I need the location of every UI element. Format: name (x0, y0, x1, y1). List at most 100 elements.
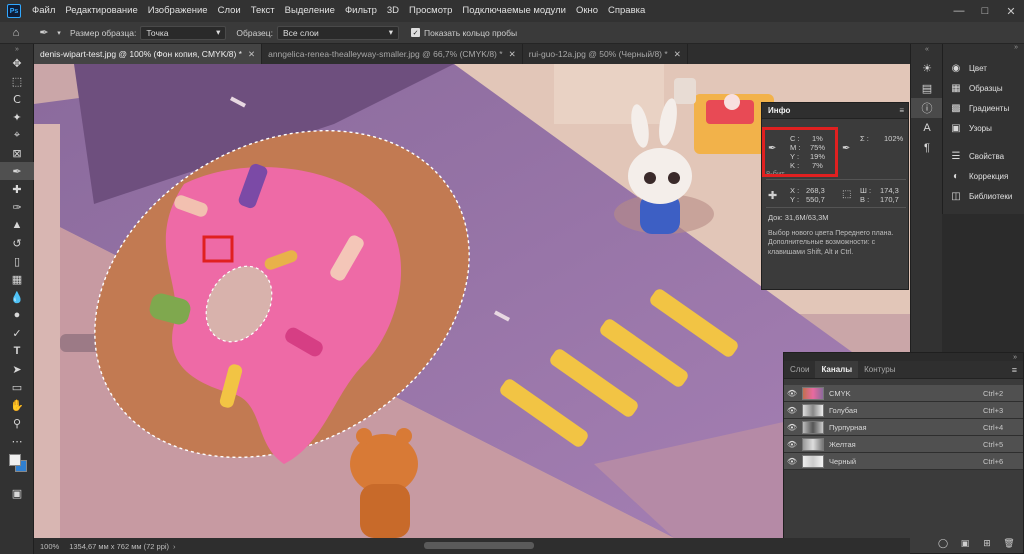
save-selection-icon[interactable]: ▣ (957, 538, 973, 549)
dock-item-label: Свойства (969, 151, 1005, 161)
dock-item-libraries[interactable]: ◫ Библиотеки (943, 186, 1024, 206)
panel-menu-icon[interactable]: ≡ (899, 106, 904, 115)
clone-stamp-tool-icon[interactable]: ▲ (0, 216, 34, 234)
menu-view[interactable]: Просмотр (404, 0, 457, 22)
load-selection-icon[interactable]: ◯ (935, 538, 951, 549)
pen-tool-icon[interactable]: ✓ (0, 324, 34, 342)
eye-icon[interactable]: 👁 (784, 423, 800, 432)
tab-document-1[interactable]: denis-wipart-test.jpg @ 100% (Фон копия,… (34, 44, 263, 64)
sample-size-label: Размер образца: (70, 27, 137, 38)
panel-collapse-icon[interactable]: « (911, 44, 943, 54)
crop-tool-icon[interactable]: ⌖ (0, 126, 34, 144)
tab-document-3[interactable]: rui-guo-12a.jpg @ 50% (Черный/8) * ✕ (523, 44, 688, 64)
blur-tool-icon[interactable]: 💧 (0, 288, 34, 306)
menu-window[interactable]: Окно (571, 0, 603, 22)
type-tool-icon[interactable]: T (0, 342, 34, 360)
menu-image[interactable]: Изображение (143, 0, 213, 22)
menu-file[interactable]: Файл (27, 0, 60, 22)
dock-item-properties[interactable]: ☰ Свойства (943, 146, 1024, 166)
channel-row-yellow[interactable]: 👁 Желтая Ctrl+5 (784, 436, 1023, 453)
eye-icon[interactable]: 👁 (784, 406, 800, 415)
close-tab-icon[interactable]: ✕ (674, 49, 681, 60)
menu-plugins[interactable]: Подключаемые модули (457, 0, 571, 22)
channel-row-cmyk[interactable]: 👁 CMYK Ctrl+2 (784, 385, 1023, 402)
menu-edit[interactable]: Редактирование (60, 0, 142, 22)
chevron-right-icon[interactable]: › (173, 542, 176, 551)
color-swatches[interactable] (0, 450, 34, 476)
sun-icon[interactable]: ☀ (911, 58, 943, 78)
dodge-tool-icon[interactable]: ● (0, 306, 34, 324)
tab-layers[interactable]: Слои (784, 361, 815, 378)
adjustments-icon: ◐ (952, 170, 960, 182)
character-icon[interactable]: A (911, 118, 943, 138)
panel-collapse-icon[interactable]: » (943, 44, 1024, 54)
tab-paths[interactable]: Контуры (858, 361, 901, 378)
lasso-tool-icon[interactable]: Ⅽ (0, 90, 34, 108)
eye-icon[interactable]: 👁 (784, 457, 800, 466)
maximize-icon[interactable]: □ (972, 0, 998, 22)
tab-channels[interactable]: Каналы (815, 361, 859, 378)
channel-row-black[interactable]: 👁 Черный Ctrl+6 (784, 453, 1023, 470)
path-select-tool-icon[interactable]: ➤ (0, 360, 34, 378)
channel-shortcut: Ctrl+4 (983, 422, 1004, 432)
close-tab-icon[interactable]: ✕ (509, 49, 516, 60)
horizontal-scrollbar[interactable] (424, 542, 534, 549)
frame-tool-icon[interactable]: ⊠ (0, 144, 34, 162)
eye-icon[interactable]: 👁 (784, 440, 800, 449)
chevron-down-icon[interactable]: ▾ (54, 23, 64, 43)
dock-item-gradients[interactable]: ▩ Градиенты (943, 98, 1024, 118)
history-brush-tool-icon[interactable]: ↺ (0, 234, 34, 252)
photoshop-logo[interactable]: Ps (7, 4, 21, 18)
panel-dock: » ◉ Цвет ▦ Образцы ▩ Градиенты ▣ Узоры ☰… (942, 44, 1024, 214)
paragraph-icon[interactable]: ¶ (911, 138, 943, 158)
sample-select[interactable]: Все слои ▾ (277, 25, 399, 40)
more-tools-icon[interactable]: ⋯ (0, 432, 34, 450)
histogram-icon[interactable]: ▤ (911, 78, 943, 98)
close-icon[interactable]: ✕ (998, 0, 1024, 22)
minimize-icon[interactable]: — (946, 0, 972, 22)
brush-tool-icon[interactable]: ✑ (0, 198, 34, 216)
eye-icon[interactable]: 👁 (784, 389, 800, 398)
new-channel-icon[interactable]: ⊞ (979, 538, 995, 549)
channel-row-cyan[interactable]: 👁 Голубая Ctrl+3 (784, 402, 1023, 419)
gradient-tool-icon[interactable]: ▦ (0, 270, 34, 288)
menu-filter[interactable]: Фильтр (340, 0, 382, 22)
quick-mask-icon[interactable]: ▣ (0, 484, 34, 502)
menu-select[interactable]: Выделение (280, 0, 340, 22)
panel-menu-icon[interactable]: ≡ (1012, 361, 1017, 378)
dock-item-adjustments[interactable]: ◐ Коррекция (943, 166, 1024, 186)
menu-layers[interactable]: Слои (213, 0, 246, 22)
eyedropper-tool-icon[interactable]: ✒ (0, 162, 34, 180)
menu-3d[interactable]: 3D (382, 0, 404, 22)
zoom-tool-icon[interactable]: ⚲ (0, 414, 34, 432)
tab-document-2[interactable]: anngelica-renea-thealleyway-smaller.jpg … (262, 44, 523, 64)
marquee-tool-icon[interactable]: ⬚ (0, 72, 34, 90)
zoom-level[interactable]: 100% (34, 542, 69, 551)
eraser-tool-icon[interactable]: ▯ (0, 252, 34, 270)
document-dimensions: 1354,67 мм x 762 мм (72 ppi) (69, 541, 170, 551)
dock-item-color[interactable]: ◉ Цвет (943, 58, 1024, 78)
channel-row-magenta[interactable]: 👁 Пурпурная Ctrl+4 (784, 419, 1023, 436)
menu-type[interactable]: Текст (246, 0, 280, 22)
dock-item-patterns[interactable]: ▣ Узоры (943, 118, 1024, 138)
info-panel-header[interactable]: Инфо ≡ (762, 103, 908, 119)
quick-select-tool-icon[interactable]: ✦ (0, 108, 34, 126)
sample-size-select[interactable]: Точка ▾ (140, 25, 227, 40)
panel-collapse-icon[interactable]: » (0, 44, 34, 54)
show-ring-checkbox[interactable]: ✓ (411, 28, 420, 37)
info-icon[interactable]: ⓘ (911, 98, 943, 118)
foreground-color-swatch[interactable] (9, 454, 21, 466)
trash-icon[interactable]: 🗑 (1001, 538, 1017, 549)
rectangle-tool-icon[interactable]: ▭ (0, 378, 34, 396)
healing-tool-icon[interactable]: ✚ (0, 180, 34, 198)
home-icon[interactable]: ⌂ (6, 23, 26, 43)
channel-name: Пурпурная (829, 422, 867, 432)
sample-size-value: Точка (146, 27, 169, 38)
menu-help[interactable]: Справка (603, 0, 650, 22)
dock-item-swatches[interactable]: ▦ Образцы (943, 78, 1024, 98)
eyedropper-preset-icon[interactable]: ✒ (34, 23, 54, 43)
move-tool-icon[interactable]: ✥ (0, 54, 34, 72)
hand-tool-icon[interactable]: ✋ (0, 396, 34, 414)
panel-collapse-icon[interactable]: » (1013, 354, 1017, 361)
close-tab-icon[interactable]: ✕ (248, 49, 255, 60)
